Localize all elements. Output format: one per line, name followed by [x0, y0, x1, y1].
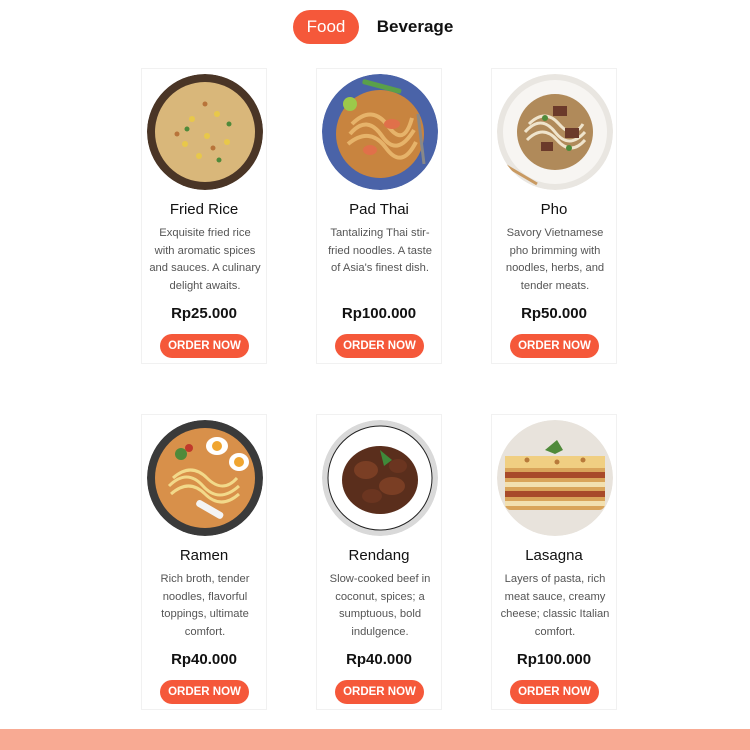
tab-food[interactable]: Food — [293, 10, 359, 44]
item-description: Slow-cooked beef in coconut, spices; a s… — [329, 573, 431, 638]
order-now-button[interactable]: ORDER NOW — [335, 334, 424, 358]
pad-thai-image — [322, 74, 438, 190]
item-description: Tantalizing Thai stir-fried noodles. A t… — [328, 227, 432, 275]
item-price: Rp25.000 — [171, 305, 237, 322]
item-description: Layers of pasta, rich meat sauce, creamy… — [500, 573, 610, 638]
item-name: Rendang — [348, 547, 410, 564]
menu-card-pad-thai: Pad Thai Tantalizing Thai stir-fried noo… — [316, 68, 442, 364]
order-now-button[interactable]: ORDER NOW — [160, 334, 249, 358]
item-name: Fried Rice — [169, 201, 239, 218]
item-price: Rp40.000 — [171, 651, 237, 668]
item-price: Rp50.000 — [521, 305, 587, 322]
menu-card-ramen: Ramen Rich broth, tender noodles, flavor… — [141, 414, 267, 710]
order-now-button[interactable]: ORDER NOW — [160, 680, 249, 704]
item-name: Lasagna — [525, 547, 583, 564]
item-description: Savory Vietnamese pho brimming with nood… — [505, 227, 605, 292]
category-tabs: Food Beverage — [0, 10, 750, 46]
item-description: Rich broth, tender noodles, flavorful to… — [160, 573, 250, 638]
tab-beverage[interactable]: Beverage — [372, 10, 458, 44]
item-name: Pad Thai — [349, 201, 409, 218]
order-now-button[interactable]: ORDER NOW — [335, 680, 424, 704]
footer-bar — [0, 729, 750, 750]
menu-card-pho: Pho Savory Vietnamese pho brimming with … — [491, 68, 617, 364]
rendang-image — [322, 420, 438, 536]
item-price: Rp100.000 — [516, 651, 592, 668]
order-now-button[interactable]: ORDER NOW — [510, 680, 599, 704]
ramen-image — [147, 420, 263, 536]
item-description: Exquisite fried rice with aromatic spice… — [149, 227, 261, 292]
lasagna-image — [497, 420, 613, 536]
item-price: Rp40.000 — [346, 651, 412, 668]
menu-card-fried-rice: Fried Rice Exquisite fried rice with aro… — [141, 68, 267, 364]
order-now-button[interactable]: ORDER NOW — [510, 334, 599, 358]
menu-card-lasagna: Lasagna Layers of pasta, rich meat sauce… — [491, 414, 617, 710]
item-price: Rp100.000 — [341, 305, 417, 322]
item-name: Pho — [540, 201, 568, 218]
item-name: Ramen — [179, 547, 229, 564]
pho-image — [497, 74, 613, 190]
fried-rice-image — [147, 74, 263, 190]
menu-card-rendang: Rendang Slow-cooked beef in coconut, spi… — [316, 414, 442, 710]
